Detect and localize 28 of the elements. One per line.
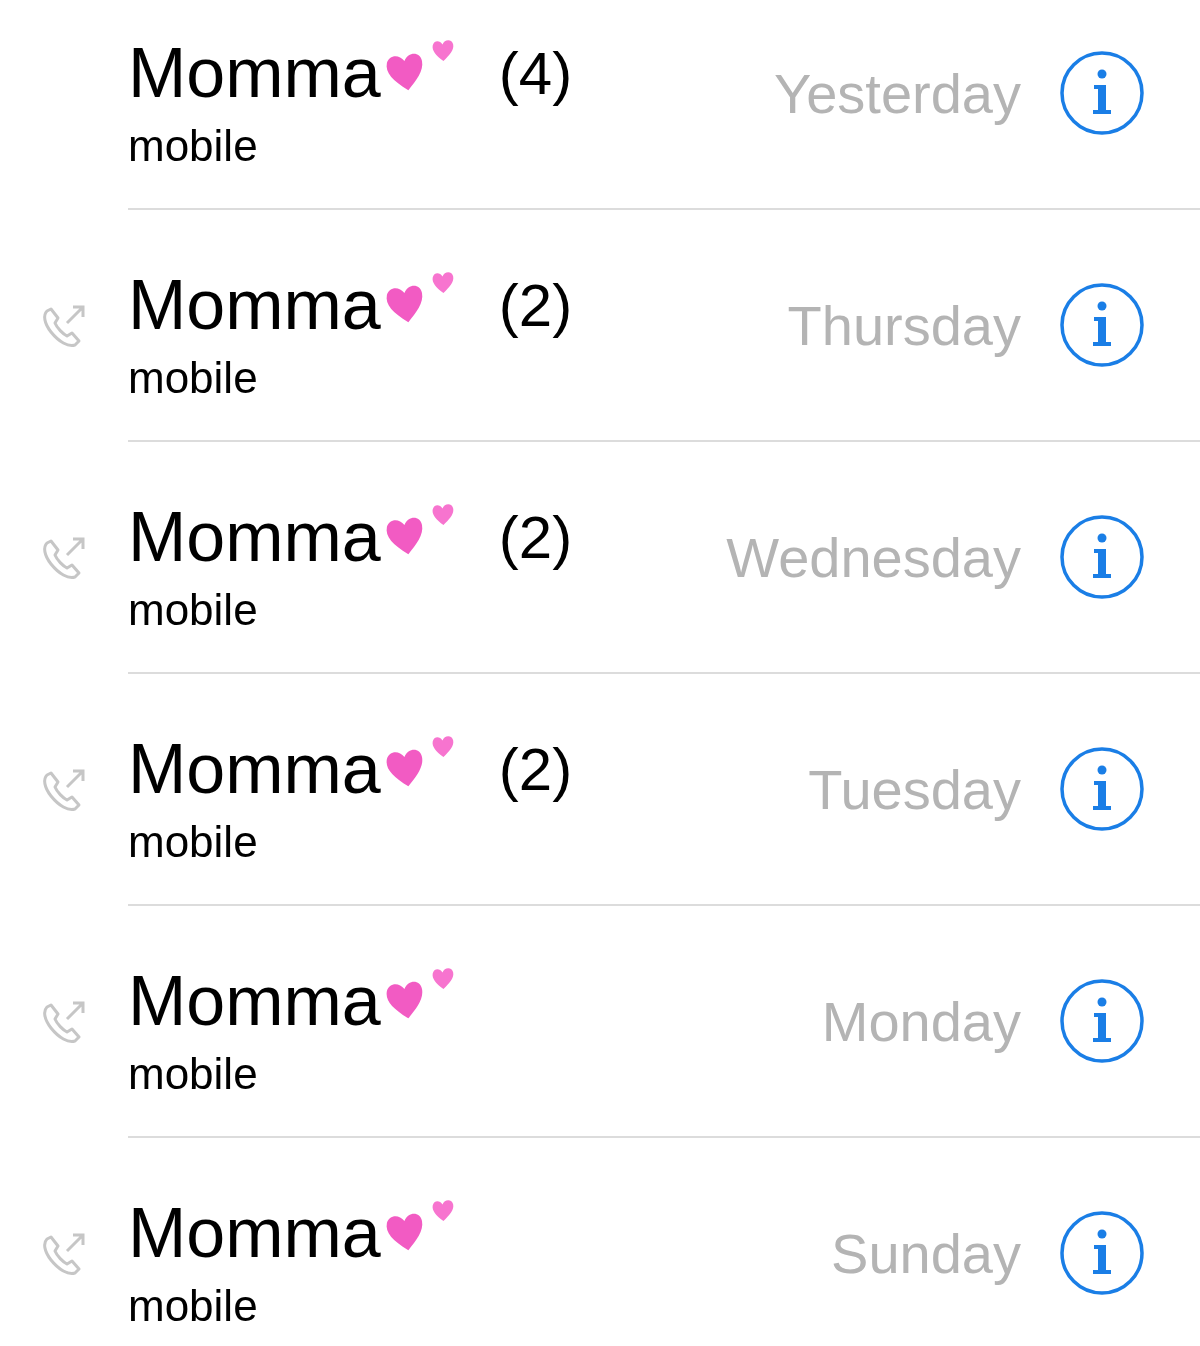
- phone-label: mobile: [128, 1049, 259, 1099]
- contact-name: Momma: [128, 729, 381, 809]
- call-date: Yesterday: [774, 60, 1021, 126]
- call-count: (2): [498, 734, 573, 804]
- phone-label: mobile: [128, 121, 259, 171]
- call-date: Wednesday: [726, 524, 1021, 590]
- phone-label: mobile: [128, 353, 259, 403]
- info-icon[interactable]: [1059, 1210, 1145, 1296]
- info-icon[interactable]: [1059, 50, 1145, 136]
- call-date: Sunday: [831, 1220, 1021, 1286]
- call-date: Thursday: [787, 292, 1021, 358]
- call-date: Tuesday: [808, 756, 1021, 822]
- phone-label: mobile: [128, 585, 259, 635]
- info-icon[interactable]: [1059, 514, 1145, 600]
- info-icon[interactable]: [1059, 282, 1145, 368]
- phone-label: mobile: [128, 1281, 259, 1331]
- call-count: (4): [498, 38, 573, 108]
- phone-label: mobile: [128, 817, 259, 867]
- info-icon[interactable]: [1059, 746, 1145, 832]
- call-count: (2): [498, 502, 573, 572]
- contact-name: Momma: [128, 265, 381, 345]
- info-icon[interactable]: [1059, 978, 1145, 1064]
- contact-name: Momma: [128, 961, 381, 1041]
- call-count: (2): [498, 270, 573, 340]
- contact-name: Momma: [128, 33, 381, 113]
- contact-name: Momma: [128, 1193, 381, 1273]
- call-date: Monday: [821, 988, 1021, 1054]
- contact-name: Momma: [128, 497, 381, 577]
